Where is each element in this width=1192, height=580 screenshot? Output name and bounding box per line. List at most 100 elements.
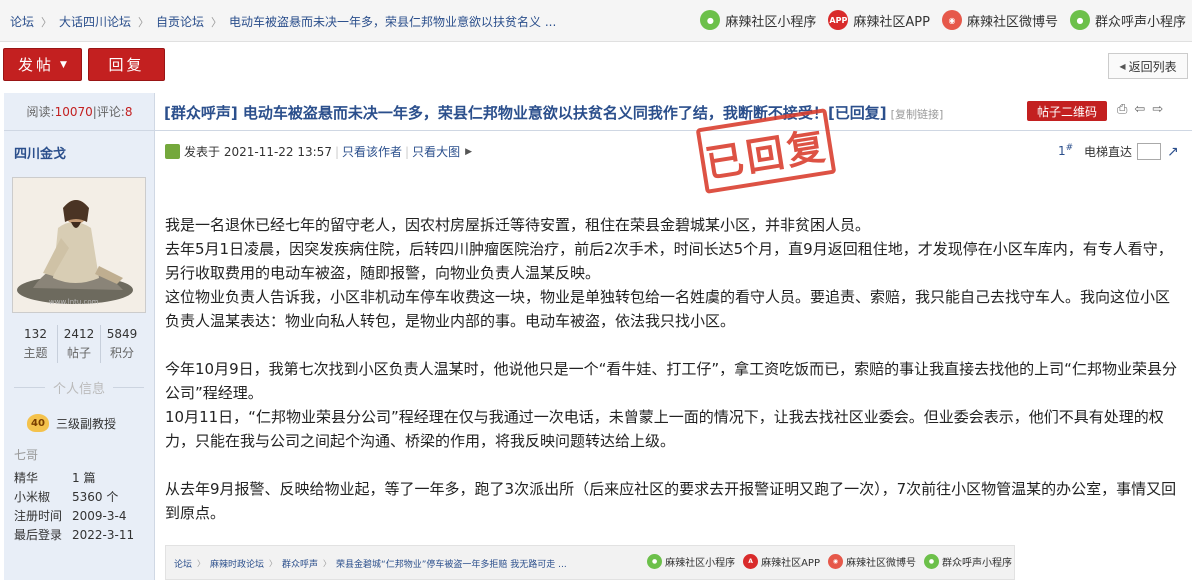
post-paragraph: 这位物业负责人告诉我，小区非机动车停车收费这一块，物业是单独转包给一名姓虞的看守… xyxy=(165,288,1171,330)
breadcrumb-separator: 〉 xyxy=(269,559,278,568)
meta-separator: | xyxy=(334,144,339,159)
breadcrumb-item-thread[interactable]: 电动车被盗悬而未决一年多，荣县仁邦物业意欲以扶贫名义 ... xyxy=(229,13,556,30)
go-icon[interactable]: ↗ xyxy=(1167,144,1179,160)
top-links: ● 麻辣社区小程序 APP 麻辣社区APP ◉ 麻辣社区微博号 ● 群众呼声小程… xyxy=(688,10,1186,30)
wechat-miniprogram-icon: ● xyxy=(700,10,721,30)
embedded-link: A 麻辣社区APP xyxy=(743,554,820,569)
meta-row: 精华 1 篇 xyxy=(14,469,134,488)
floor-jump: 电梯直达 ↗ xyxy=(1084,143,1179,160)
personal-info-label: 个人信息 xyxy=(53,382,106,397)
author-nickname: 七哥 xyxy=(14,448,39,462)
floor-sup: # xyxy=(1065,143,1074,153)
author-stats: 132 主题 2412 帖子 5849 积分 xyxy=(14,325,144,363)
qzhs-miniprogram-label: 群众呼声小程序 xyxy=(1094,14,1186,30)
meta-value: 1 篇 xyxy=(72,471,96,485)
stat-posts[interactable]: 2412 帖子 xyxy=(57,325,100,363)
post-paragraph: 去年5月1日凌晨，因突发疾病住院，后转四川肿瘤医院治疗，前后2次手术，时间长达5… xyxy=(165,240,1173,282)
post-paragraph: 今年10月9日，我第七次找到小区负责人温某时，他说他只是一个“看牛娃、打工仔”，… xyxy=(165,360,1177,402)
reply-button[interactable]: 回复 xyxy=(88,48,165,81)
meta-value: 5360 个 xyxy=(72,490,119,504)
views-label: 阅读: xyxy=(26,105,55,119)
miniprogram-link[interactable]: ● 麻辣社区小程序 xyxy=(700,10,816,30)
breadcrumb-separator: 〉 xyxy=(211,15,223,29)
embedded-link: ● 麻辣社区小程序 xyxy=(647,554,735,569)
breadcrumb-item-forum[interactable]: 论坛 xyxy=(10,13,34,30)
post-paragraph: 10月11日，“仁邦物业荣县分公司”程经理在仅与我通过一次电话，未曾蒙上一面的情… xyxy=(165,408,1164,450)
chevron-left-icon: ◀ xyxy=(1119,61,1126,71)
new-post-button[interactable]: 发帖 ▼ xyxy=(3,48,82,81)
embedded-link: ● 群众呼声小程序 xyxy=(924,554,1012,569)
thread-title-row: [群众呼声] 电动车被盗悬而未决一年多，荣县仁邦物业意欲以扶贫名义同我作了结，我… xyxy=(155,93,1192,131)
meta-key: 注册时间 xyxy=(14,509,63,523)
breadcrumb-separator: 〉 xyxy=(138,15,150,29)
avatar[interactable]: www.lntu.com xyxy=(12,177,146,313)
embedded-crumb: 荣县金碧城“仁邦物业”停车被盗一年多拒赔 我无路可走 ... xyxy=(336,560,567,570)
breadcrumb-separator: 〉 xyxy=(197,559,206,568)
author-name[interactable]: 四川金戈 xyxy=(14,143,66,162)
only-author-link[interactable]: 只看该作者 xyxy=(342,143,402,160)
embedded-link-label: 麻辣社区小程序 xyxy=(665,558,736,569)
stat-value: 132 xyxy=(24,327,47,341)
prev-thread-icon[interactable]: ⇦ xyxy=(1134,102,1145,117)
weibo-label: 麻辣社区微博号 xyxy=(966,14,1058,30)
embedded-link-label: 麻辣社区微博号 xyxy=(846,558,916,569)
app-label: 麻辣社区APP xyxy=(853,14,930,30)
back-label: 返回列表 xyxy=(1128,59,1177,74)
weibo-link[interactable]: ◉ 麻辣社区微博号 xyxy=(941,10,1058,30)
author-meta: 精华 1 篇 小米椒 5360 个 注册时间 2009-3-4 最后登录 2022-3-… xyxy=(14,469,134,545)
breadcrumb-item-zigong[interactable]: 自贡论坛 xyxy=(156,13,204,30)
post-paragraph: 我是一名退休已经七年的留守老人，因农村房屋拆迁等待安置，租住在荣县金碧城某小区，… xyxy=(165,216,871,234)
meta-key: 精华 xyxy=(14,471,39,485)
back-to-list-button[interactable]: ◀ 返回列表 xyxy=(1108,53,1188,79)
avatar-image: www.lntu.com xyxy=(13,178,145,312)
miniprogram-label: 麻辣社区小程序 xyxy=(725,14,817,30)
embedded-crumb: 麻辣时政论坛 xyxy=(210,560,265,570)
svg-text:www.lntu.com: www.lntu.com xyxy=(49,298,99,306)
breadcrumb-separator: 〉 xyxy=(41,15,53,29)
stat-value: 2412 xyxy=(63,327,95,341)
breadcrumb: 论坛 〉 大话四川论坛 〉 自贡论坛 〉 电动车被盗悬而未决一年多，荣县仁邦物业… xyxy=(10,13,556,30)
only-large-images-link[interactable]: 只看大图 xyxy=(412,143,460,160)
embedded-crumb: 群众呼声 xyxy=(282,560,319,570)
reply-label: 回复 xyxy=(108,56,145,74)
level-badge-icon: 40 xyxy=(27,414,49,432)
new-post-label: 发帖 xyxy=(18,56,55,74)
embedded-link-label: 麻辣社区APP xyxy=(761,558,820,569)
floor-jump-input[interactable] xyxy=(1137,143,1162,160)
print-icon[interactable]: ⎙ xyxy=(1117,102,1127,117)
chevron-down-icon: ▼ xyxy=(60,59,67,70)
wechat-miniprogram-icon: ● xyxy=(1069,10,1090,30)
app-icon: A xyxy=(743,554,759,569)
stat-points[interactable]: 5849 积分 xyxy=(100,325,143,363)
embedded-image[interactable]: 论坛 〉 麻辣时政论坛 〉 群众呼声 〉 荣县金碧城“仁邦物业”停车被盗一年多拒… xyxy=(165,545,1015,580)
wechat-miniprogram-icon: ● xyxy=(924,554,939,569)
rank-label: 三级副教授 xyxy=(56,416,117,431)
app-link[interactable]: APP 麻辣社区APP xyxy=(828,10,930,30)
personal-info-divider: 个人信息 xyxy=(14,378,144,397)
post-meta: 发表于 2021-11-22 13:57 | 只看该作者 | 只看大图 ▶ xyxy=(165,143,472,160)
floor-number[interactable]: 1# xyxy=(1058,143,1073,158)
author-rank: 40 三级副教授 xyxy=(27,414,116,432)
top-bar: 论坛 〉 大话四川论坛 〉 自贡论坛 〉 电动车被盗悬而未决一年多，荣县仁邦物业… xyxy=(0,0,1192,42)
meta-key: 小米椒 xyxy=(14,490,51,504)
post-timestamp: 发表于 2021-11-22 13:57 xyxy=(184,145,332,159)
meta-row: 注册时间 2009-3-4 xyxy=(14,507,134,526)
meta-separator: | xyxy=(405,144,410,159)
stat-value: 5849 xyxy=(106,327,138,341)
embedded-links: ● 麻辣社区小程序 A 麻辣社区APP ◉ 麻辣社区微博号 ● 群众呼声小程序 xyxy=(639,554,1012,569)
qzhs-miniprogram-link[interactable]: ● 群众呼声小程序 xyxy=(1069,10,1186,30)
chevron-right-icon: ▶ xyxy=(465,146,472,157)
views-count: 10070 xyxy=(54,105,93,119)
online-status-icon xyxy=(165,144,180,159)
qr-code-button[interactable]: 帖子二维码 xyxy=(1027,101,1107,121)
floor-value: 1 xyxy=(1058,144,1066,158)
stat-label: 帖子 xyxy=(66,346,91,360)
embedded-link-label: 群众呼声小程序 xyxy=(942,558,1012,569)
breadcrumb-item-sichuan[interactable]: 大话四川论坛 xyxy=(59,13,131,30)
copy-link[interactable]: [复制链接] xyxy=(891,108,944,121)
comments-count: 8 xyxy=(124,105,133,119)
next-thread-icon[interactable]: ⇨ xyxy=(1152,102,1163,117)
stat-topics[interactable]: 132 主题 xyxy=(14,325,57,363)
meta-row: 小米椒 5360 个 xyxy=(14,488,134,507)
